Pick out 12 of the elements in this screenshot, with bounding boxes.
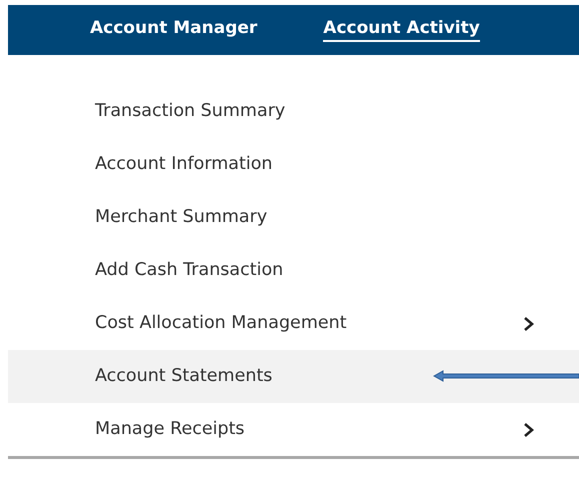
chevron-right-icon[interactable]	[523, 316, 535, 330]
menu-item[interactable]: Transaction Summary	[95, 98, 286, 125]
menu-item[interactable]: Manage Receipts	[95, 416, 245, 443]
menu-item[interactable]: Account Statements	[95, 363, 272, 390]
arrow-icon	[433, 370, 579, 382]
menu-item[interactable]: Account Information	[95, 151, 273, 178]
menu-item[interactable]: Add Cash Transaction	[95, 257, 284, 284]
menu-item[interactable]: Merchant Summary	[95, 204, 268, 231]
nav-tab[interactable]: Account Manager	[90, 18, 258, 42]
nav-tab[interactable]: Account Activity	[323, 18, 480, 42]
chevron-right-icon[interactable]	[523, 422, 535, 436]
menu-item[interactable]: Cost Allocation Management	[95, 310, 347, 337]
